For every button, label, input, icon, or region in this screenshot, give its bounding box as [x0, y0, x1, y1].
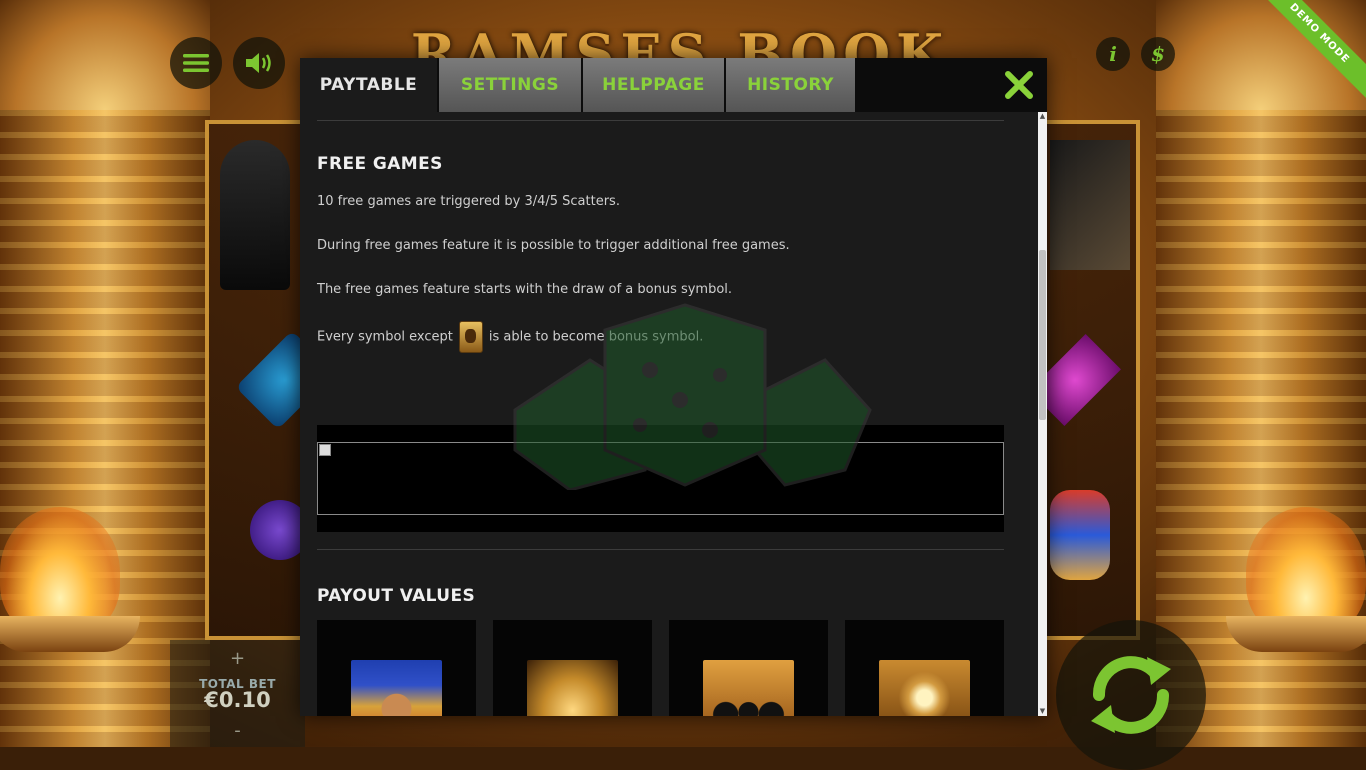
pyramid-symbol-icon: [527, 660, 618, 716]
pyramid-reel-symbol: [1050, 140, 1130, 270]
scarab-reel-symbol: [1050, 490, 1110, 580]
hamburger-icon: [183, 54, 209, 72]
paytable-content[interactable]: FREE GAMES 10 free games are triggered b…: [300, 112, 1038, 716]
bet-increase-button[interactable]: +: [170, 648, 305, 669]
feature-media: [317, 425, 1004, 532]
pharaoh-symbol-icon: [351, 660, 442, 716]
divider: [317, 120, 1004, 121]
total-bet-value: €0.10: [204, 688, 271, 712]
tab-paytable[interactable]: PAYTABLE: [300, 58, 437, 112]
close-button[interactable]: [1004, 70, 1034, 100]
info-icon: i: [1109, 42, 1117, 66]
free-games-text-2: During free games feature it is possible…: [317, 238, 790, 253]
falcon-symbol-icon: [879, 660, 970, 716]
scroll-thumb[interactable]: [1039, 250, 1046, 420]
info-button[interactable]: i: [1096, 37, 1130, 71]
speaker-icon: [246, 53, 271, 73]
scroll-up-icon[interactable]: ▲: [1038, 112, 1047, 121]
free-games-text-3: The free games feature starts with the d…: [317, 282, 733, 297]
left-torch-bowl: [0, 616, 140, 652]
scroll-down-icon[interactable]: ▼: [1038, 707, 1047, 716]
cat-reel-symbol: [220, 140, 290, 290]
payout-card-falcon: [845, 620, 1004, 716]
broken-image-frame: [317, 442, 1004, 515]
free-games-text-1: 10 free games are triggered by 3/4/5 Sca…: [317, 194, 620, 209]
free-games-text-4-before: Every symbol except: [317, 329, 453, 345]
paytable-dialog: PAYTABLE SETTINGS HELPPAGE HISTORY FREE …: [300, 58, 1047, 716]
bet-decrease-button[interactable]: -: [170, 720, 305, 741]
free-games-title: FREE GAMES: [317, 154, 443, 174]
free-games-text-4: Every symbol except is able to become bon…: [317, 321, 703, 353]
menu-button[interactable]: [170, 37, 222, 89]
payout-card-pyramid: [493, 620, 652, 716]
tab-history[interactable]: HISTORY: [726, 58, 855, 112]
tab-helppage[interactable]: HELPPAGE: [583, 58, 724, 112]
spin-button[interactable]: [1056, 620, 1206, 770]
payout-cards: [317, 620, 1004, 716]
cats-symbol-icon: [703, 660, 794, 716]
payout-card-cats: [669, 620, 828, 716]
right-torch-bowl: [1226, 616, 1366, 652]
sound-button[interactable]: [233, 37, 285, 89]
tab-settings[interactable]: SETTINGS: [439, 58, 581, 112]
payout-card-pharaoh: [317, 620, 476, 716]
payout-values-title: PAYOUT VALUES: [317, 586, 476, 606]
currency-icon: $: [1151, 42, 1165, 66]
currency-button[interactable]: $: [1141, 37, 1175, 71]
scrollbar[interactable]: ▲ ▼: [1038, 112, 1047, 716]
book-scatter-icon: [458, 321, 483, 353]
broken-image-icon: [319, 444, 331, 456]
refresh-icon: [1091, 656, 1171, 734]
divider: [317, 549, 1004, 550]
close-icon: [1005, 71, 1033, 99]
bet-panel: + TOTAL BET €0.10 -: [170, 640, 305, 747]
free-games-text-4-after: is able to become bonus symbol.: [488, 329, 704, 345]
tab-bar: PAYTABLE SETTINGS HELPPAGE HISTORY: [300, 58, 1047, 112]
